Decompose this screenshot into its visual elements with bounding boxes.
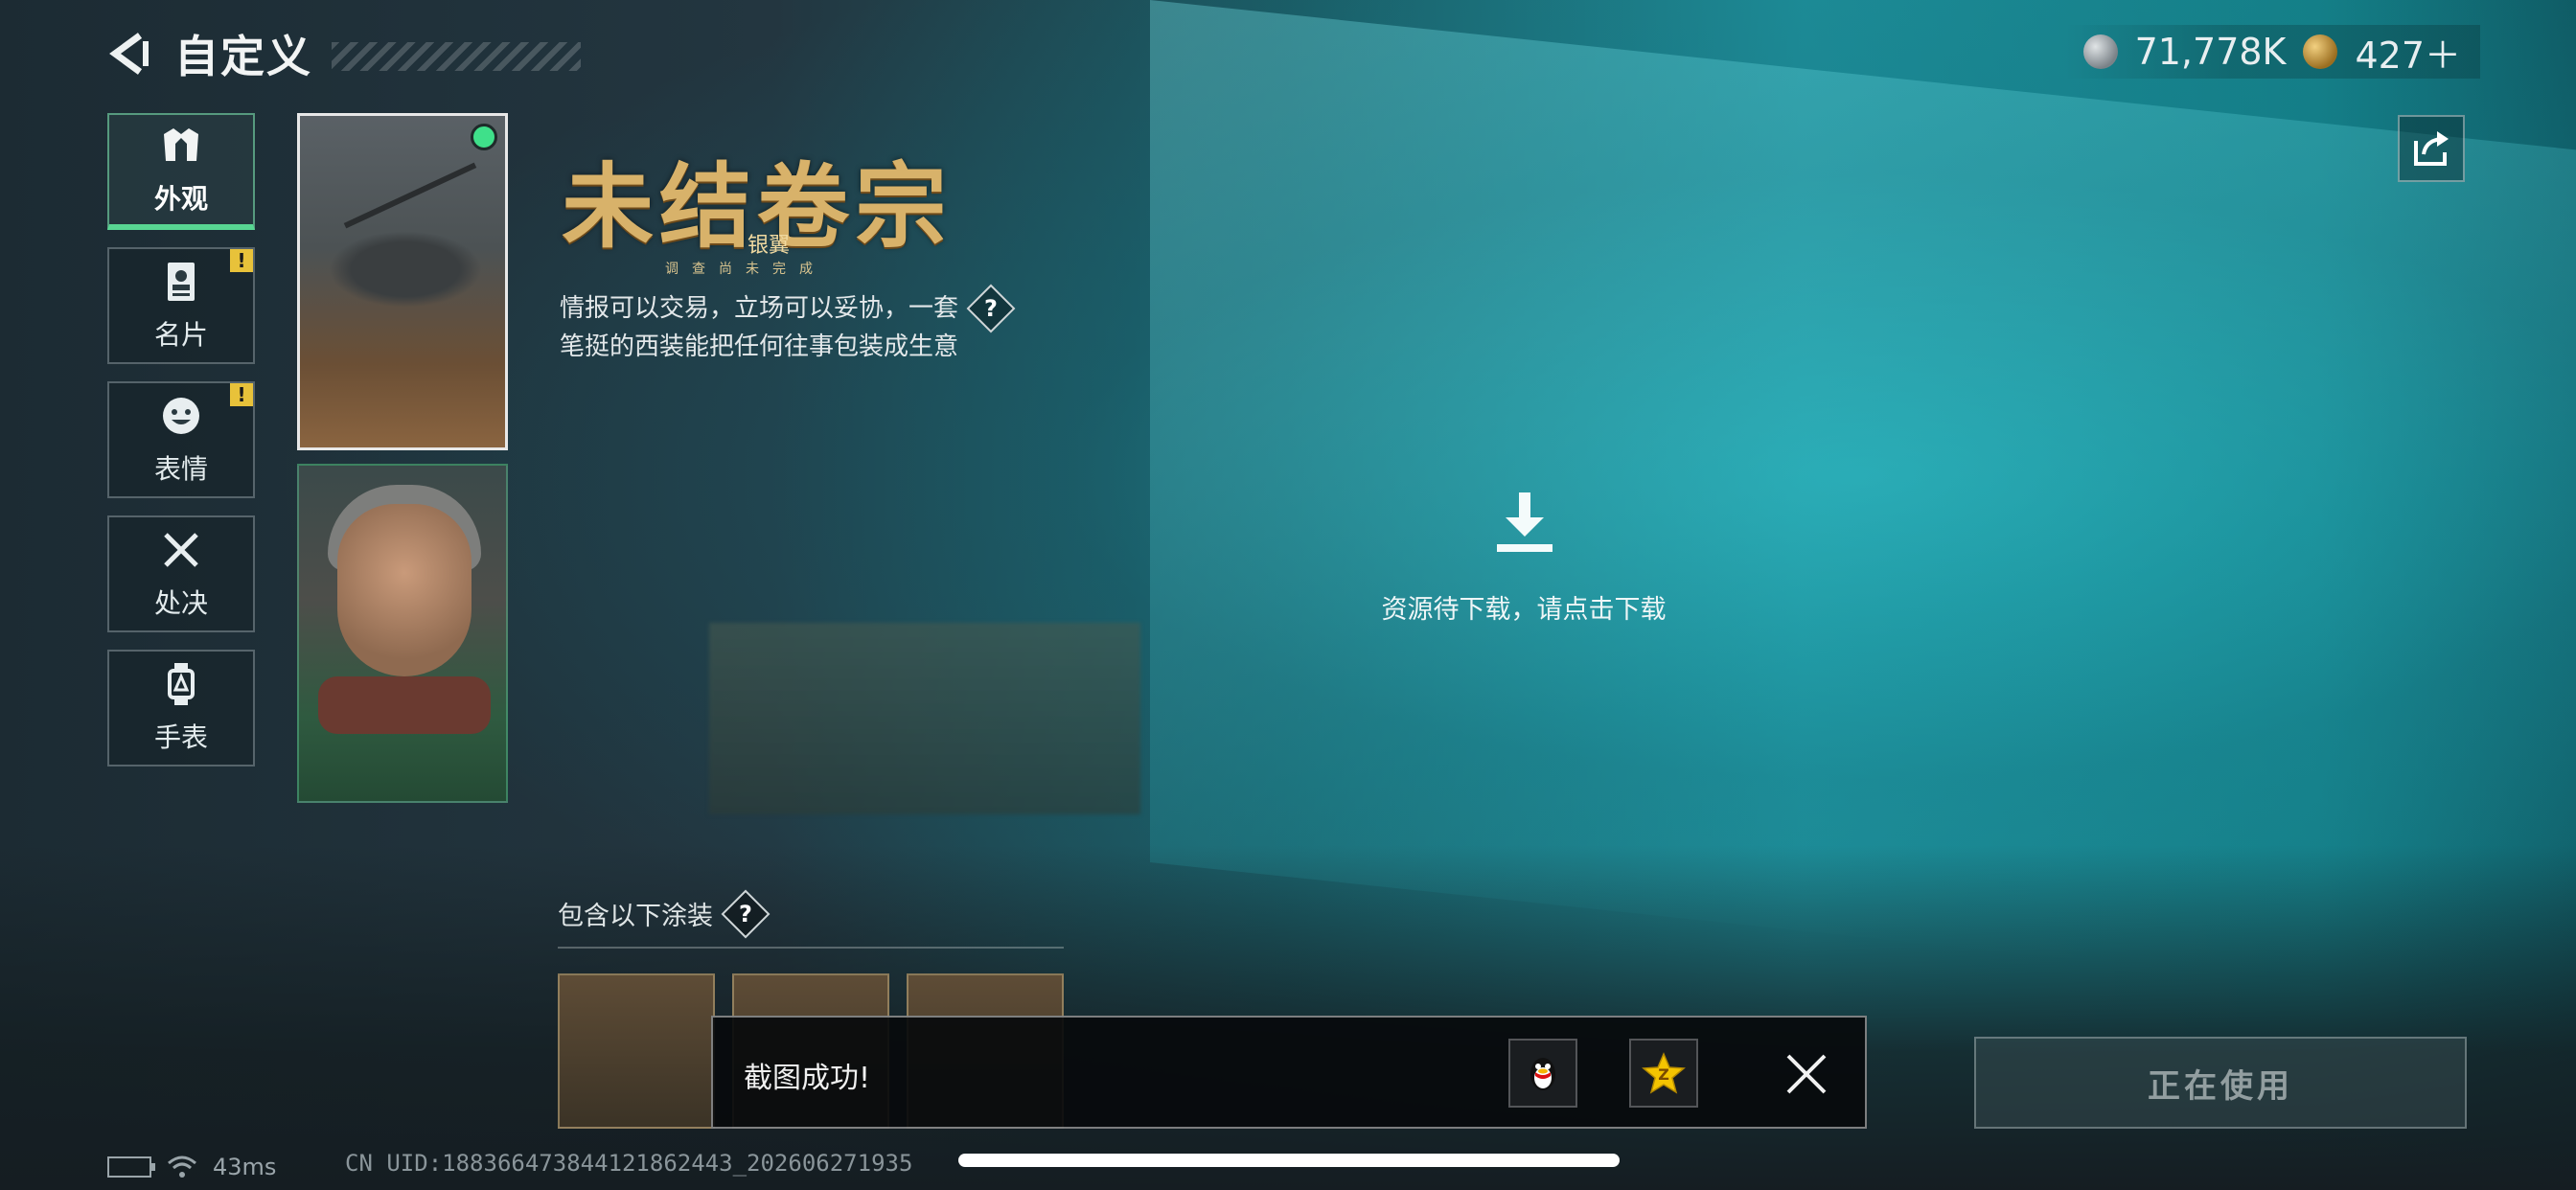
page-title: 自定义: [174, 31, 312, 82]
character-portrait: [337, 504, 472, 676]
helicopter-image: [329, 231, 482, 308]
help-icon[interactable]: ?: [721, 889, 770, 938]
silver-amount: 71,778K: [2134, 31, 2287, 73]
header: 自定义: [105, 25, 581, 82]
jacket-icon: [164, 128, 198, 161]
includes-header: 包含以下涂装 ?: [558, 889, 770, 938]
gold-amount[interactable]: 427＋: [2355, 26, 2461, 79]
skin-logo: 未结卷宗 银翼 调查尚未完成: [562, 115, 983, 278]
divider: [558, 947, 1064, 949]
screenshot-toast: 截图成功! Z: [711, 1016, 1867, 1129]
player-uid: CN UID:1883664738441218624​43_2026062719…: [345, 1150, 913, 1177]
help-symbol: ?: [739, 900, 752, 927]
item-description: 情报可以交易，立场可以妥协，一套笔挺的西装能把任何往事包装成生意: [560, 294, 959, 361]
silver-coin-icon: [2082, 34, 2118, 69]
in-use-button[interactable]: 正在使用: [1974, 1037, 2467, 1129]
background-crates: [709, 623, 1140, 814]
skin-card-vehicle[interactable]: [297, 113, 508, 450]
sidebar-item-emote[interactable]: ! 表情: [107, 381, 255, 498]
sidebar-item-label: 处决: [153, 587, 208, 619]
title-decoration: [332, 42, 581, 71]
svg-text:Z: Z: [1658, 1065, 1669, 1084]
toast-message: 截图成功!: [744, 1062, 871, 1095]
alert-badge: !: [230, 249, 253, 272]
includes-title: 包含以下涂装: [558, 902, 713, 931]
selected-indicator: [471, 124, 497, 150]
sidebar-item-appearance[interactable]: 外观: [107, 113, 255, 230]
ping-value: 43ms: [213, 1154, 277, 1180]
skin-thumbnail[interactable]: [558, 973, 715, 1129]
share-button[interactable]: [2398, 115, 2465, 182]
crossed-knives-icon: [164, 533, 198, 567]
wifi-icon: [168, 1156, 196, 1178]
character-scarf: [318, 676, 491, 734]
id-card-icon: [168, 263, 195, 301]
share-icon: [2414, 131, 2449, 166]
sidebar-item-label: 名片: [153, 319, 208, 351]
alert-badge: !: [230, 383, 253, 406]
share-qq-button[interactable]: [1508, 1039, 1577, 1108]
logo-subtitle: 银翼: [748, 234, 791, 258]
download-prompt[interactable]: 资源待下载，请点击下载: [1380, 588, 1668, 626]
share-qzone-button[interactable]: Z: [1629, 1039, 1698, 1108]
gold-coin-icon: [2303, 34, 2338, 69]
sidebar: 外观 ! 名片 ! 表情 处决 手表: [107, 113, 257, 784]
skin-card-character[interactable]: [297, 464, 508, 803]
currency-bar: 71,778K 427＋: [2063, 25, 2480, 79]
helicopter-rotor: [343, 162, 477, 229]
smiley-icon: [163, 398, 199, 434]
sidebar-item-watch[interactable]: 手表: [107, 650, 255, 767]
home-indicator[interactable]: [958, 1154, 1620, 1167]
status-bar: 43ms: [107, 1150, 276, 1184]
logo-tagline: 调查尚未完成: [665, 262, 826, 277]
close-icon[interactable]: [1782, 1050, 1830, 1098]
qq-penguin-icon: [1530, 1058, 1555, 1090]
qzone-star-icon: Z: [1642, 1052, 1686, 1094]
sidebar-item-namecard[interactable]: ! 名片: [107, 247, 255, 364]
sidebar-item-label: 表情: [153, 453, 208, 485]
battery-icon: [107, 1156, 155, 1178]
back-arrow-icon[interactable]: [105, 30, 153, 78]
help-symbol: ?: [984, 294, 998, 322]
watch-icon: [168, 663, 195, 705]
sidebar-item-label: 外观: [153, 183, 208, 215]
sidebar-item-execution[interactable]: 处决: [107, 515, 255, 632]
download-icon[interactable]: [1491, 491, 1558, 558]
sidebar-item-label: 手表: [153, 721, 208, 753]
